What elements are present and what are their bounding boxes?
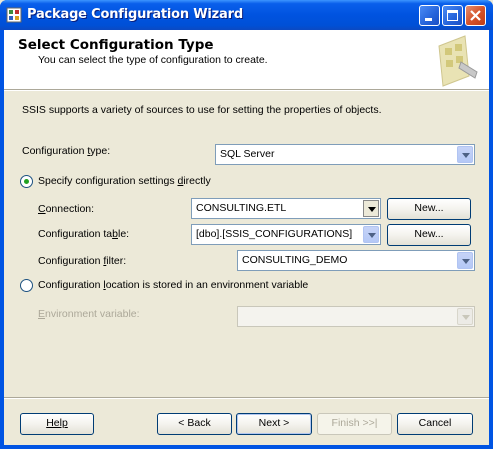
configuration-table-value: [dbo].[SSIS_CONFIGURATIONS] [196,228,353,240]
configuration-filter-select[interactable]: CONSULTING_DEMO [237,250,475,271]
title-bar[interactable]: Package Configuration Wizard [0,0,493,30]
specify-directly-radio[interactable] [20,175,33,188]
window-title: Package Configuration Wizard [27,7,243,22]
wizard-window: Package Configuration Wizard Select Conf… [0,0,493,449]
configuration-table-label: Configuration table: [38,228,130,240]
package-icon [6,7,22,23]
configuration-type-value: SQL Server [220,148,275,160]
configuration-filter-label: Configuration filter: [38,255,127,267]
configuration-type-label: Configuration type: [22,145,111,157]
page-subtitle: You can select the type of configuration… [38,54,268,66]
wizard-client-area: Select Configuration Type You can select… [4,30,489,445]
chevron-down-icon[interactable] [457,252,473,269]
configuration-table-select[interactable]: [dbo].[SSIS_CONFIGURATIONS] [191,224,381,245]
new-connection-button[interactable]: New... [387,198,471,220]
connection-label: Connection: [38,203,95,215]
back-button[interactable]: < Back [157,413,232,435]
page-title: Select Configuration Type [18,37,214,53]
new-table-button[interactable]: New... [387,224,471,246]
minimize-button[interactable] [419,5,440,26]
connection-value: CONSULTING.ETL [196,202,287,214]
chevron-down-icon[interactable] [363,200,379,217]
configuration-filter-value: CONSULTING_DEMO [242,254,348,266]
maximize-button[interactable] [442,5,463,26]
cancel-button[interactable]: Cancel [397,413,473,435]
configuration-type-select[interactable]: SQL Server [215,144,475,165]
chevron-down-icon[interactable] [363,226,379,243]
finish-button: Finish >>| [317,413,392,435]
environment-variable-label: Environment variable: [38,308,140,320]
chevron-down-icon[interactable] [457,146,473,163]
wizard-graphic-icon [438,35,478,87]
close-icon [470,10,481,21]
environment-variable-select [237,306,475,327]
environment-variable-radio[interactable] [20,279,33,292]
chevron-down-icon [457,308,473,325]
wizard-header: Select Configuration Type You can select… [4,30,489,89]
connection-select[interactable]: CONSULTING.ETL [191,198,381,219]
intro-text: SSIS supports a variety of sources to us… [22,104,382,116]
help-button[interactable]: Help [20,413,94,435]
close-button[interactable] [465,5,486,26]
environment-variable-option-label[interactable]: Configuration location is stored in an e… [38,279,308,291]
specify-directly-label[interactable]: Specify configuration settings directly [38,175,211,187]
maximize-icon [447,10,458,21]
minimize-icon [425,18,432,21]
next-button[interactable]: Next > [236,413,312,435]
